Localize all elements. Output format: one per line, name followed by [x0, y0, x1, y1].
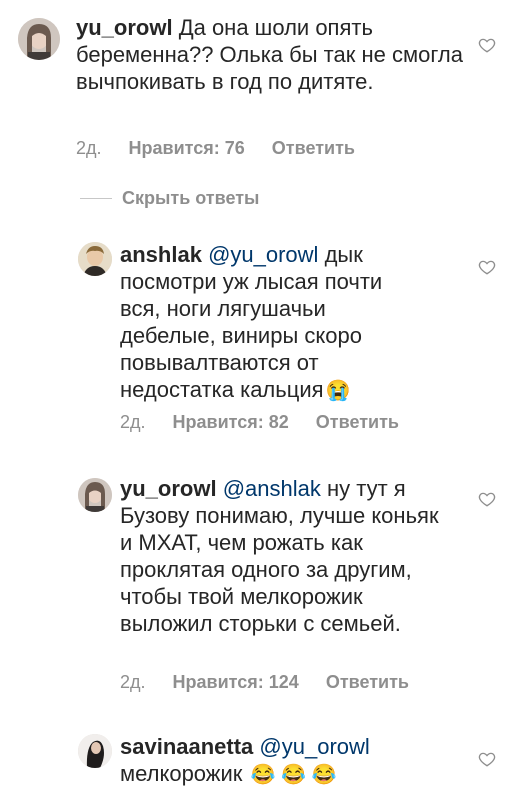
heart-icon	[478, 38, 496, 53]
comment-meta: 2д. Нравится: 76 Ответить	[76, 138, 377, 159]
like-button[interactable]	[478, 750, 496, 768]
comment-username[interactable]: anshlak	[120, 242, 202, 267]
comment-text: yu_orowl Да она шоли опять беременна?? О…	[76, 14, 466, 95]
laughing-emoji: 😂 😂 😂	[250, 764, 337, 786]
avatar[interactable]	[78, 478, 112, 512]
comment-meta: 2д. Нравится: 82 Ответить	[120, 412, 421, 433]
comment-meta: 2д. Нравится: 124 Ответить	[120, 672, 431, 693]
avatar-icon	[18, 18, 60, 60]
comment-date: 2д.	[76, 138, 102, 158]
comment-text: savinaanetta @yu_orowl мелкорожик 😂 😂 😂	[120, 733, 440, 789]
like-button[interactable]	[478, 258, 496, 276]
hide-replies-button[interactable]: Скрыть ответы	[80, 188, 259, 209]
hide-replies-label: Скрыть ответы	[122, 188, 260, 208]
likes-count[interactable]: Нравится: 76	[129, 138, 245, 158]
comment-date: 2д.	[120, 672, 146, 692]
heart-icon	[478, 492, 496, 507]
comment-username[interactable]: yu_orowl	[120, 476, 217, 501]
comment-mention[interactable]: @yu_orowl	[208, 242, 318, 267]
comment-body: мелкорожик	[120, 761, 243, 786]
avatar[interactable]	[78, 734, 112, 768]
like-button[interactable]	[478, 36, 496, 54]
reply-button[interactable]: Ответить	[326, 672, 409, 692]
avatar-icon	[78, 734, 112, 768]
comment-mention[interactable]: @yu_orowl	[259, 734, 369, 759]
reply-button[interactable]: Ответить	[316, 412, 399, 432]
crying-emoji: 😭	[325, 380, 351, 402]
avatar[interactable]	[78, 242, 112, 276]
avatar-icon	[78, 242, 112, 276]
comment-text: anshlak @yu_orowl дык посмотри уж лысая …	[120, 241, 400, 405]
comment-text: yu_orowl @anshlak ну тут я Бузову понима…	[120, 475, 440, 637]
avatar[interactable]	[18, 18, 60, 60]
divider	[80, 198, 112, 199]
comment-username[interactable]: savinaanetta	[120, 734, 253, 759]
likes-count[interactable]: Нравится: 124	[173, 672, 299, 692]
comment-mention[interactable]: @anshlak	[223, 476, 321, 501]
comment-date: 2д.	[120, 412, 146, 432]
heart-icon	[478, 752, 496, 767]
heart-icon	[478, 260, 496, 275]
likes-count[interactable]: Нравится: 82	[173, 412, 289, 432]
reply-button[interactable]: Ответить	[272, 138, 355, 158]
avatar-icon	[78, 478, 112, 512]
like-button[interactable]	[478, 490, 496, 508]
comment-username[interactable]: yu_orowl	[76, 15, 173, 40]
